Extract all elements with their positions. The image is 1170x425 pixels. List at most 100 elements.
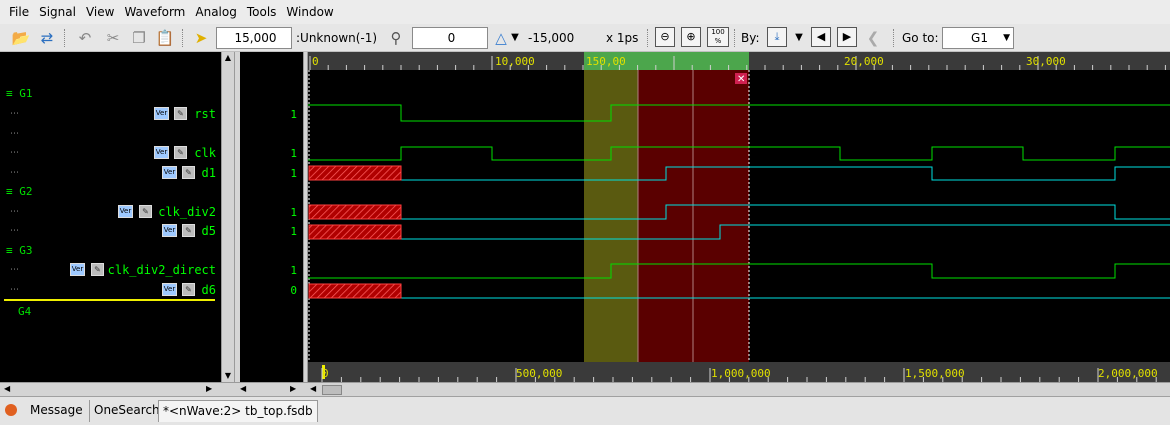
signal-clk-div2[interactable]: clk_div2 [158, 205, 216, 219]
edit-icon[interactable]: ✎ [182, 224, 195, 237]
unknown-block [308, 165, 402, 181]
wave-d5[interactable] [401, 224, 1170, 240]
delta-value: -15,000 [528, 31, 575, 45]
value-d5: 1 [290, 225, 297, 238]
waveform-pane[interactable]: 0 10,000 150,00 20,000 30,000 ✕ 0 500,00… [308, 52, 1170, 382]
zoom-fit-icon[interactable]: 100 % [707, 27, 729, 47]
menu-view[interactable]: View [81, 5, 119, 19]
toolbar: 📂 ⇄ ↶ ✂ ❐ 📋 ➤ 15,000 :Unknown(-1) ⚲ 0 △ … [0, 24, 1170, 52]
unknown-block [308, 283, 402, 299]
value-d1: 1 [290, 167, 297, 180]
by-label: By: [741, 31, 760, 45]
group-g2[interactable]: ≡ G2 [6, 185, 33, 198]
signal-d6[interactable]: d6 [202, 283, 216, 297]
scroll-right-icon[interactable]: ▶ [290, 384, 296, 393]
horizontal-scrollbar[interactable]: ◀ ▶ ◀ ▶ ◀ [0, 382, 1170, 396]
wave-clk-div2[interactable] [401, 204, 1170, 220]
signal-value-pane: 1 1 1 1 1 1 0 [240, 52, 303, 382]
overview-label-1000000: 1,000,000 [711, 367, 771, 380]
tab-nwave[interactable]: *<nWave:2> tb_top.fsdb [158, 400, 318, 422]
signal-d5[interactable]: d5 [202, 224, 216, 238]
zoom-in-icon[interactable]: ⊕ [681, 27, 701, 47]
svg-text:✕: ✕ [737, 74, 745, 85]
scroll-left-icon[interactable]: ◀ [310, 384, 316, 393]
menu-window[interactable]: Window [281, 5, 338, 19]
scroll-left-icon[interactable]: ◀ [4, 384, 10, 393]
scroll-thumb[interactable] [322, 385, 342, 395]
value-clk-div2: 1 [290, 206, 297, 219]
value-rst: 1 [290, 108, 297, 121]
group-g1[interactable]: ≡ G1 [6, 87, 33, 100]
ruler-label-0: 0 [312, 55, 319, 68]
signal-d1[interactable]: d1 [202, 166, 216, 180]
marker-icon[interactable]: ⚲ [385, 27, 407, 49]
scroll-up-icon[interactable]: ▲ [222, 52, 234, 64]
ver-badge[interactable]: Ver [162, 224, 177, 237]
bookmark-icon[interactable]: ❮ [862, 27, 884, 49]
tab-message[interactable]: Message [26, 400, 87, 422]
menu-analog[interactable]: Analog [190, 5, 241, 19]
cut-icon[interactable]: ✂ [102, 27, 124, 49]
scroll-down-icon[interactable]: ▼ [222, 370, 234, 382]
overview-label-1500000: 1,500,000 [905, 367, 965, 380]
nwave-window: File Signal View Waveform Analog Tools W… [0, 0, 1170, 425]
ver-badge[interactable]: Ver [162, 283, 177, 296]
edit-icon[interactable]: ✎ [139, 205, 152, 218]
ver-badge[interactable]: Ver [154, 107, 169, 120]
search-by-edge-icon[interactable]: ⤓ [767, 27, 787, 47]
ver-badge[interactable]: Ver [118, 205, 133, 218]
search-forward-icon[interactable]: ▶ [837, 27, 857, 47]
menu-tools[interactable]: Tools [242, 5, 282, 19]
group-g3[interactable]: ≡ G3 [6, 244, 33, 257]
unknown-block [308, 204, 402, 220]
ver-badge[interactable]: Ver [70, 263, 85, 276]
signal-rst[interactable]: rst [194, 107, 216, 121]
value-clk-div2-direct: 1 [290, 264, 297, 277]
menu-file[interactable]: File [4, 5, 34, 19]
cursor-time-input[interactable]: 15,000 [216, 27, 292, 49]
ruler-label-20000: 20,000 [844, 55, 884, 68]
undo-icon[interactable]: ↶ [74, 27, 96, 49]
reload-icon[interactable]: ⇄ [36, 27, 58, 49]
menu-waveform[interactable]: Waveform [119, 5, 190, 19]
signal-clk-div2-direct[interactable]: clk_div2_direct [108, 263, 216, 277]
ruler-label-10000: 10,000 [495, 55, 535, 68]
tab-onesearch[interactable]: OneSearch [89, 400, 164, 422]
ver-badge[interactable]: Ver [162, 166, 177, 179]
marker-input[interactable]: 0 [412, 27, 488, 49]
overview-label-500000: 500,000 [516, 367, 562, 380]
menu-bar: File Signal View Waveform Analog Tools W… [0, 0, 1170, 24]
edit-icon[interactable]: ✎ [174, 146, 187, 159]
paste-icon[interactable]: 📋 [154, 27, 176, 49]
scroll-left-icon[interactable]: ◀ [240, 384, 246, 393]
ruler-label-30000: 30,000 [1026, 55, 1066, 68]
by-dropdown-icon[interactable]: ▼ [792, 27, 806, 49]
signal-name-pane: ≡ G1 ⋯ Ver ✎ rst ⋯ ⋯ Ver ✎ clk ⋯ Ver ✎ d… [0, 52, 221, 382]
goto-dropdown-icon: ▼ [1003, 33, 1010, 43]
edit-icon[interactable]: ✎ [182, 166, 195, 179]
pointer-icon[interactable]: ➤ [190, 27, 212, 49]
signal-pane-scrollbar[interactable]: ▲ ▼ [221, 52, 235, 382]
goto-label: Go to: [902, 31, 939, 45]
message-icon [5, 404, 17, 416]
wave-d1[interactable] [401, 166, 1170, 181]
zoom-out-icon[interactable]: ⊖ [655, 27, 675, 47]
search-backward-icon[interactable]: ◀ [811, 27, 831, 47]
copy-icon[interactable]: ❐ [128, 27, 150, 49]
goto-select[interactable]: G1 ▼ [942, 27, 1014, 49]
value-clk: 1 [290, 147, 297, 160]
ver-badge[interactable]: Ver [154, 146, 169, 159]
group-g4[interactable]: G4 [18, 305, 31, 318]
scroll-right-icon[interactable]: ▶ [206, 384, 212, 393]
edit-icon[interactable]: ✎ [174, 107, 187, 120]
delta-dropdown-icon[interactable]: ▼ [508, 27, 522, 49]
edit-icon[interactable]: ✎ [182, 283, 195, 296]
edit-icon[interactable]: ✎ [91, 263, 104, 276]
signal-clk[interactable]: clk [194, 146, 216, 160]
ruler-label-cursor: 150,00 [586, 55, 626, 68]
menu-signal[interactable]: Signal [34, 5, 81, 19]
value-d6: 0 [290, 284, 297, 297]
unknown-block [308, 224, 402, 240]
insertion-bar [4, 299, 215, 301]
open-folder-icon[interactable]: 📂 [10, 27, 32, 49]
